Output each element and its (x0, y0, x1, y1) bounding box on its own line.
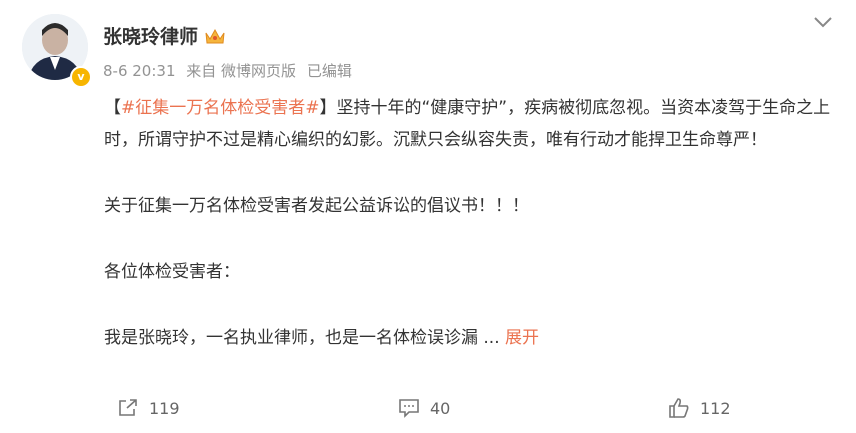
like-icon (669, 398, 689, 418)
like-count: 112 (700, 398, 731, 418)
post-meta: 8-6 20:31 来自 微博网页版 已编辑 (103, 60, 358, 81)
ellipsis: ... (478, 328, 500, 348)
tag-bracket-close: 】 (319, 98, 337, 118)
author-name[interactable]: 张晓玲律师 (103, 22, 226, 49)
comment-count: 40 (430, 398, 451, 418)
paragraph-2: 关于征集一万名体检受害者发起公益诉讼的倡议书！！！ (104, 196, 529, 216)
expand-link[interactable]: 展开 (505, 328, 539, 348)
tag-bracket-open: 【 (104, 98, 121, 118)
share-button[interactable]: 119 (117, 398, 180, 418)
author-name-text[interactable]: 张晓玲律师 (103, 22, 198, 49)
share-count: 119 (149, 398, 180, 418)
verified-badge-icon: v (70, 66, 92, 88)
comment-icon (399, 399, 419, 418)
post-edited[interactable]: 已编辑 (307, 62, 352, 80)
share-icon (119, 399, 137, 416)
post-source: 来自 微博网页版 (186, 62, 297, 80)
action-bar: 119 40 112 (0, 398, 856, 422)
crown-icon (205, 28, 225, 43)
like-button[interactable]: 112 (668, 398, 731, 418)
hashtag-link[interactable]: #征集一万名体检受害者# (121, 98, 320, 118)
paragraph-4: 我是张晓玲，一名执业律师，也是一名体检误诊漏 ... 展开 (104, 322, 839, 354)
comment-button[interactable]: 40 (398, 398, 450, 418)
chevron-down-icon[interactable] (812, 14, 834, 30)
paragraph-1: 【#征集一万名体检受害者#】坚持十年的“健康守护”，疾病被彻底忽视。当资本凌驾于… (104, 92, 839, 156)
paragraph-4-text: 我是张晓玲，一名执业律师，也是一名体检误诊漏 (104, 328, 478, 348)
paragraph-3: 各位体检受害者： (104, 262, 240, 282)
post-date[interactable]: 8-6 20:31 (103, 62, 176, 80)
post-content: 【#征集一万名体检受害者#】坚持十年的“健康守护”，疾病被彻底忽视。当资本凌驾于… (104, 92, 839, 354)
